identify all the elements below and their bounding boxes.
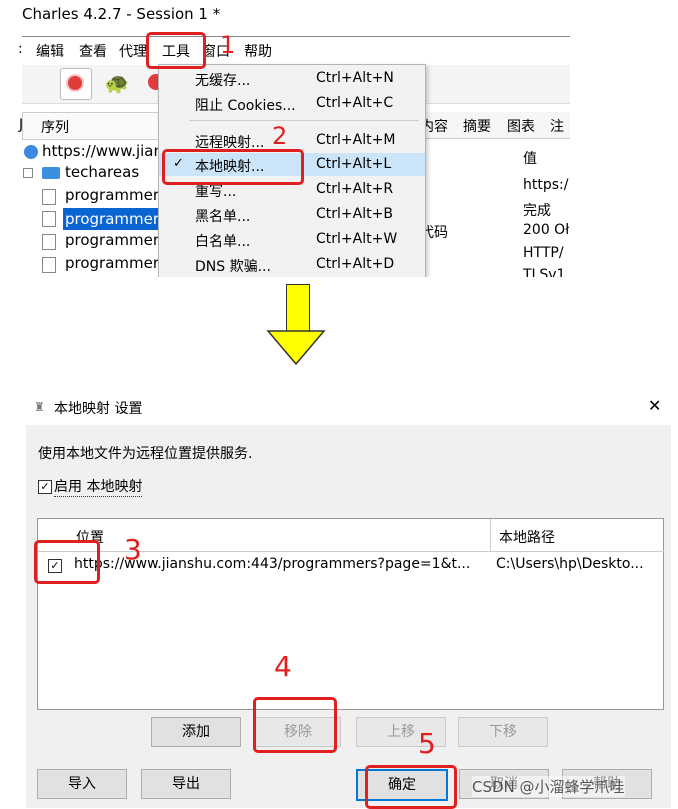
folder-icon	[42, 167, 60, 179]
expand-icon[interactable]	[23, 168, 33, 178]
import-button[interactable]: 导入	[37, 769, 127, 799]
tree-item[interactable]: programmer	[65, 254, 159, 272]
charles-main-window: Charles 4.2.7 - Session 1 * : 编辑 查看 代理 工…	[0, 0, 570, 277]
enable-label: 启用 本地映射	[54, 476, 143, 497]
row-local-path: C:\Users\hp\Deskto...	[496, 556, 644, 572]
tree-host[interactable]: https://www.jian	[42, 142, 163, 160]
value-cell: HTTP/	[523, 245, 564, 261]
column-header-local-path[interactable]: 本地路径	[490, 519, 664, 552]
menu-item-blacklist[interactable]: 黑名单... Ctrl+Alt+B	[159, 203, 425, 226]
annotation-box-5	[365, 765, 457, 809]
globe-icon	[24, 145, 38, 159]
annotation-number-2: 2	[272, 122, 288, 150]
annotation-box-4	[253, 697, 337, 753]
request-tree: https://www.jian techareas programmer pr…	[22, 140, 165, 277]
tab-notes[interactable]: 注	[550, 116, 564, 136]
menu-separator	[189, 120, 419, 121]
file-icon	[42, 257, 56, 273]
annotation-box-2	[162, 149, 304, 185]
menu-bar: : 编辑 查看 代理 工具 窗口 帮助	[18, 36, 570, 65]
turtle-throttle-icon[interactable]: 🐢	[102, 68, 132, 98]
tree-folder[interactable]: techareas	[65, 163, 139, 181]
tree-item[interactable]: programmer	[65, 186, 159, 204]
menu-proxy[interactable]: 代理	[119, 41, 147, 61]
tree-item[interactable]: programmer	[65, 231, 159, 249]
value-cell: TLSv1	[523, 267, 566, 277]
down-arrow-icon	[266, 330, 326, 366]
dialog-titlebar: ♜ 本地映射 设置 ✕	[26, 396, 671, 424]
menu-item-whitelist[interactable]: 白名单... Ctrl+Alt+W	[159, 228, 425, 251]
record-icon[interactable]	[60, 68, 92, 100]
annotation-number-5: 5	[418, 727, 436, 760]
file-icon	[42, 189, 56, 205]
down-arrow-shaft	[286, 284, 310, 333]
annotation-box-1	[146, 32, 206, 69]
window-title: Charles 4.2.7 - Session 1 *	[22, 5, 221, 23]
sequence-tab-label: 序列	[41, 120, 69, 136]
menu-view[interactable]: 查看	[79, 41, 107, 61]
menu-help[interactable]: 帮助	[244, 41, 272, 61]
detail-tabs: 内容 摘要 图表 注	[420, 112, 570, 139]
annotation-number-3: 3	[124, 533, 142, 566]
enable-checkbox[interactable]: ✓	[38, 480, 52, 494]
annotation-number-4: 4	[274, 650, 292, 683]
dialog-description: 使用本地文件为远程位置提供服务.	[38, 446, 253, 462]
tree-item-selected[interactable]: programmer	[63, 208, 165, 230]
charles-app-icon: ♜	[34, 400, 45, 414]
annotation-number-1: 1	[220, 31, 236, 59]
value-cell: 200 Oł	[523, 222, 570, 238]
value-cell: 完成	[523, 203, 551, 219]
tab-summary[interactable]: 摘要	[463, 116, 491, 136]
json-file-icon	[42, 211, 56, 227]
menu-item-block-cookies[interactable]: 阻止 Cookies... Ctrl+Alt+C	[159, 92, 425, 115]
menu-item-dns-spoofing[interactable]: DNS 欺骗... Ctrl+Alt+D	[159, 253, 425, 276]
menu-edit[interactable]: 编辑	[36, 41, 64, 61]
dialog-title: 本地映射 设置	[54, 401, 143, 417]
watermark: CSDN @小溜蜂学爪哇	[472, 776, 625, 797]
file-icon	[42, 234, 56, 250]
value-column: 值 代码 https:/ 完成 200 Oł HTTP/ TLSv1	[420, 140, 570, 277]
value-cell: https:/	[523, 177, 569, 193]
export-button[interactable]: 导出	[141, 769, 231, 799]
column-header-location[interactable]: 位置	[38, 519, 490, 552]
close-icon[interactable]: ✕	[648, 396, 661, 415]
move-down-button[interactable]: 下移	[458, 717, 548, 747]
sequence-tab[interactable]: J 序列	[19, 112, 166, 140]
annotation-box-3	[34, 540, 100, 584]
value-header: 值	[523, 151, 537, 167]
menu-item-no-caching[interactable]: 无缓存... Ctrl+Alt+N	[159, 67, 425, 90]
tab-chart[interactable]: 图表	[507, 116, 535, 136]
add-button[interactable]: 添加	[151, 717, 241, 747]
